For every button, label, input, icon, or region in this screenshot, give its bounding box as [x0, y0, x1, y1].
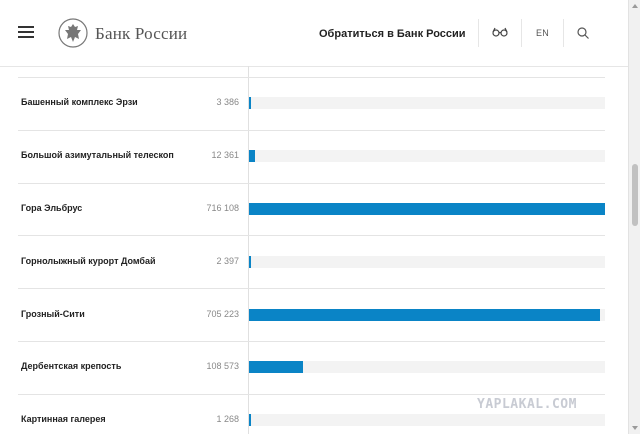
bar[interactable] — [249, 361, 303, 374]
bar-category-label: Гора Эльбрус — [21, 203, 83, 213]
logo-text[interactable]: Банк России — [95, 24, 187, 44]
bar-value-label: 108 573 — [206, 361, 239, 372]
row-separator — [18, 129, 605, 131]
bar-track — [249, 308, 605, 321]
contact-bank-link[interactable]: Обратиться в Банк России — [319, 28, 466, 40]
bar-track — [249, 97, 605, 110]
bar-track — [249, 203, 605, 215]
bar-value-label: 2 397 — [216, 255, 239, 266]
bar-category-label: Грозный-Сити — [21, 308, 85, 319]
bar-value-label: 3 386 — [216, 97, 239, 108]
row-separator — [18, 182, 605, 184]
bar-category-label: Горнолыжный курорт Домбай — [21, 255, 156, 266]
search-icon[interactable] — [577, 27, 589, 39]
bar[interactable] — [249, 97, 251, 110]
hamburger-menu-icon[interactable] — [18, 26, 34, 39]
bar[interactable] — [249, 150, 256, 163]
bar[interactable] — [249, 203, 605, 215]
bar-track — [249, 361, 605, 374]
bar-track — [249, 255, 605, 268]
scroll-up-arrow-icon[interactable] — [632, 4, 638, 8]
bar[interactable] — [249, 414, 251, 427]
bar-value-label: 716 108 — [206, 203, 239, 213]
bar-category-label: Дербентская крепость — [21, 361, 122, 372]
chart-axis-line — [248, 66, 249, 434]
bar[interactable] — [249, 308, 600, 321]
scroll-down-arrow-icon[interactable] — [632, 426, 638, 430]
bar-category-label: Большой азимутальный телескоп — [21, 150, 174, 161]
bar-track — [249, 150, 605, 163]
row-separator — [18, 393, 605, 395]
header-divider — [478, 19, 479, 47]
site-header: Банк России Обратиться в Банк России EN — [0, 0, 628, 67]
scrollbar-thumb[interactable] — [632, 164, 638, 226]
bar[interactable] — [249, 255, 251, 268]
row-separator — [18, 235, 605, 237]
bar-chart: Башенный комплекс Эрзи 3 386 Большой азиму… — [0, 66, 628, 434]
header-divider — [521, 19, 522, 47]
language-switch[interactable]: EN — [536, 28, 549, 38]
bar-category-label: Картинная галерея — [21, 414, 106, 425]
watermark: YAPLAKAL.COM — [477, 397, 577, 412]
bar-track — [249, 414, 605, 427]
bar-category-label: Башенный комплекс Эрзи — [21, 97, 138, 108]
row-separator — [18, 341, 605, 342]
header-divider — [563, 19, 564, 47]
glasses-icon[interactable] — [492, 27, 508, 37]
row-separator — [18, 288, 605, 290]
row-separator — [18, 77, 605, 78]
bar-value-label: 1 268 — [216, 414, 239, 425]
bar-value-label: 705 223 — [206, 308, 239, 319]
double-headed-eagle-icon[interactable] — [58, 18, 88, 48]
scrollbar[interactable] — [628, 0, 640, 434]
bar-value-label: 12 361 — [211, 150, 239, 161]
